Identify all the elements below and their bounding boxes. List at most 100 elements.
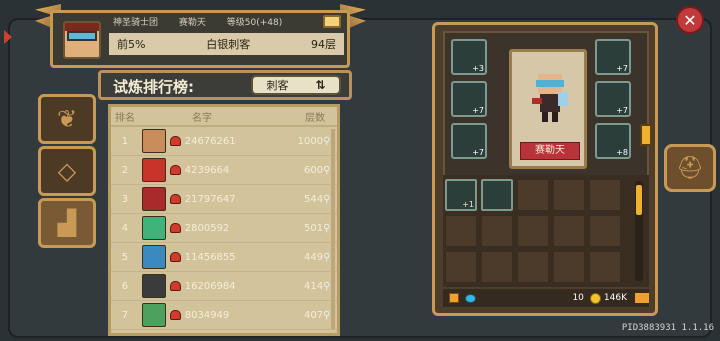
equipment-panel: +3 +7 +7 +7 +7 +8 赛勒天 +1 10 146K — [432, 22, 658, 316]
row-name: 8034949 — [184, 309, 230, 321]
player-header: 神圣骑士团 赛勒天 等级50(+48) 前5% 白银刺客 94层 — [50, 10, 350, 68]
player-portrait — [141, 158, 166, 182]
row-rank: 4 — [121, 222, 129, 234]
row-rank: 6 — [121, 280, 129, 292]
helmet-icon — [169, 252, 181, 262]
player-portrait — [141, 129, 166, 153]
close-button[interactable]: ✕ — [676, 6, 704, 34]
row-rank: 1 — [121, 135, 129, 147]
table-row[interactable]: 2 4239664 600 ⚲ — [111, 156, 337, 185]
helmet-icon: ⛑ — [676, 155, 704, 181]
tab-diamond[interactable]: ◇ — [38, 146, 96, 196]
inventory-slot[interactable] — [589, 251, 621, 283]
inventory-item[interactable] — [481, 179, 513, 211]
slot-level: +7 — [616, 64, 628, 73]
build-id: PID3883931 1.1.16 — [621, 323, 714, 333]
tab-feather[interactable]: ❦ — [38, 94, 96, 144]
row-floor: 449 — [304, 251, 324, 263]
helmet-toggle-button[interactable]: ⛑ — [664, 144, 716, 192]
gem-icon — [465, 293, 476, 303]
slot-level: +7 — [472, 148, 484, 157]
swap-icon: ⇅ — [315, 78, 326, 92]
player-portrait — [141, 303, 166, 327]
ranking-title: 试炼排行榜: — [113, 78, 194, 96]
helmet-icon — [169, 223, 181, 233]
expand-handle-icon[interactable] — [640, 124, 652, 146]
row-floor: 407 — [304, 309, 324, 321]
table-row[interactable]: 3 21797647 544 ⚲ — [111, 185, 337, 214]
equip-slot-cape[interactable]: +7 — [595, 39, 631, 75]
close-icon: ✕ — [683, 10, 697, 30]
table-row[interactable]: 6 16206984 414 ⚲ — [111, 272, 337, 301]
ranking-table: 排名 名字 层数 1 24676261 1000 ⚲ 2 4239664 600… — [108, 104, 340, 336]
inventory-grid: +1 — [443, 175, 649, 287]
helmet-icon — [169, 281, 181, 291]
player-avatar[interactable] — [63, 21, 101, 59]
ranking-title-bar: 试炼排行榜: 刺客 ⇅ — [98, 70, 352, 100]
inventory-slot[interactable] — [517, 215, 549, 247]
row-rank: 5 — [121, 251, 129, 263]
scroll-thumb[interactable] — [636, 185, 642, 215]
player-rank-row: 前5% 白银刺客 94层 — [109, 33, 344, 55]
equipment-slots: +3 +7 +7 +7 +7 +8 赛勒天 — [443, 31, 649, 185]
inventory-slot[interactable] — [445, 251, 477, 283]
podium-icon: ▟ — [57, 209, 77, 237]
inventory-slot[interactable] — [481, 215, 513, 247]
inventory-item[interactable]: +1 — [445, 179, 477, 211]
inventory-slot[interactable] — [481, 251, 513, 283]
column-rank: 排名 — [115, 112, 135, 124]
mail-icon[interactable] — [323, 15, 341, 28]
floor-value: 94层 — [310, 38, 336, 51]
item-level: +1 — [462, 200, 474, 209]
currency-bar: 10 146K — [443, 289, 649, 307]
player-portrait — [141, 274, 166, 298]
table-scrollbar[interactable] — [331, 129, 335, 329]
class-title: 白银刺客 — [206, 38, 251, 51]
equip-slot-armor[interactable]: +7 — [451, 81, 487, 117]
player-portrait — [141, 245, 166, 269]
row-floor: 414 — [304, 280, 324, 292]
inventory-scrollbar[interactable] — [635, 181, 643, 281]
inventory-slot[interactable] — [553, 215, 585, 247]
helmet-icon — [169, 136, 181, 146]
row-name: 11456855 — [184, 251, 236, 263]
slot-level: +7 — [472, 106, 484, 115]
character-display[interactable]: 赛勒天 — [509, 49, 587, 169]
gem-count: 10 — [572, 293, 584, 303]
inventory-slot[interactable] — [553, 251, 585, 283]
column-floor: 层数 — [305, 112, 325, 124]
player-name: 赛勒天 — [178, 18, 206, 28]
row-name-cell: 4239664 — [139, 158, 264, 182]
slot-level: +8 — [616, 148, 628, 157]
equip-slot-boots[interactable]: +7 — [451, 123, 487, 159]
inventory-slot[interactable] — [589, 179, 621, 211]
table-row[interactable]: 4 2800592 501 ⚲ — [111, 214, 337, 243]
row-rank: 7 — [121, 309, 129, 321]
row-name-cell: 2800592 — [139, 216, 264, 240]
row-name-cell: 16206984 — [139, 274, 264, 298]
table-row[interactable]: 7 8034949 407 ⚲ — [111, 301, 337, 330]
class-filter-button[interactable]: 刺客 ⇅ — [251, 75, 341, 95]
bag-expand-icon[interactable] — [635, 293, 649, 303]
inventory-slot[interactable] — [517, 251, 549, 283]
row-name-cell: 8034949 — [139, 303, 264, 327]
equip-slot-gloves[interactable]: +7 — [595, 81, 631, 117]
inventory-slot[interactable] — [517, 179, 549, 211]
helmet-icon — [169, 310, 181, 320]
inventory-slot[interactable] — [553, 179, 585, 211]
inventory-slot[interactable] — [445, 215, 477, 247]
equip-slot-helmet[interactable]: +3 — [451, 39, 487, 75]
row-rank: 3 — [121, 193, 129, 205]
row-rank: 2 — [121, 164, 129, 176]
row-floor: 544 — [304, 193, 324, 205]
lock-icon[interactable] — [449, 293, 459, 303]
row-name: 21797647 — [184, 193, 236, 205]
table-row[interactable]: 5 11456855 449 ⚲ — [111, 243, 337, 272]
player-info-row: 神圣骑士团 赛勒天 等级50(+48) — [113, 15, 300, 28]
equip-slot-weapon[interactable]: +8 — [595, 123, 631, 159]
inventory-slot[interactable] — [589, 215, 621, 247]
row-floor: 600 — [304, 164, 324, 176]
guild-name: 神圣骑士团 — [113, 18, 159, 28]
tab-podium[interactable]: ▟ — [38, 198, 96, 248]
table-row[interactable]: 1 24676261 1000 ⚲ — [111, 127, 337, 156]
